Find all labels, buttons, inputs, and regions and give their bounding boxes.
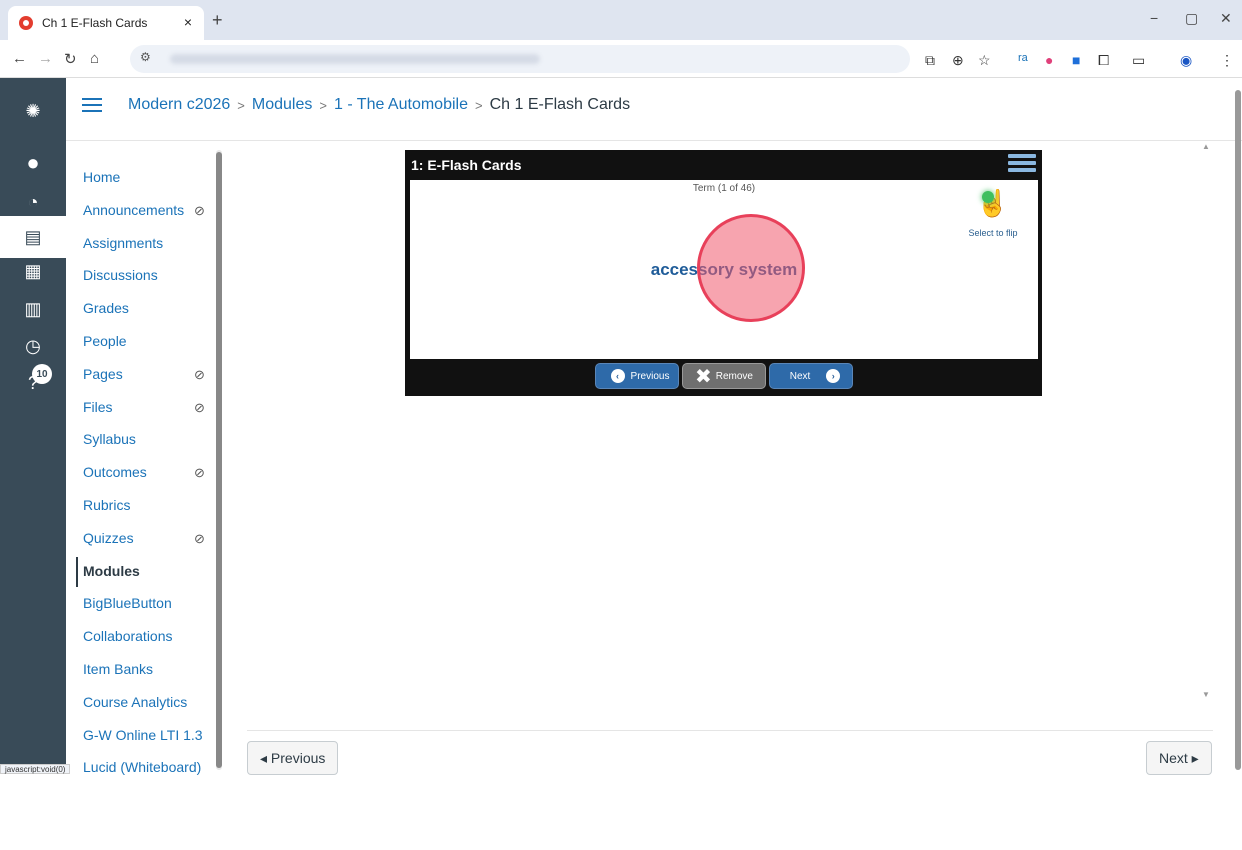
extension-ra-icon[interactable]: ra — [1018, 52, 1028, 64]
address-bar-row: ← → ↻ ⌂ ⚙ ⧉ ⊕ ☆ ra ● ■ ⧠ ▭ ◉ ⋮ — [0, 40, 1242, 78]
back-icon[interactable]: ← — [12, 50, 27, 67]
breadcrumb-modules[interactable]: Modules — [252, 96, 312, 114]
canvas-logo-icon[interactable]: ✺ — [20, 98, 46, 124]
course-nav-item-people[interactable]: People — [83, 333, 127, 349]
course-nav-item-collaborations[interactable]: Collaborations — [83, 628, 173, 644]
next-page-button[interactable]: Next ▸ — [1146, 741, 1212, 775]
course-navigation: Home Announcements ⊘ Assignments Discussions… — [66, 141, 226, 775]
breadcrumb-separator: > — [474, 97, 483, 113]
course-nav-item-files[interactable]: Files — [83, 399, 113, 415]
course-nav-item-outcomes[interactable]: Outcomes — [83, 464, 147, 480]
term-counter: Term (1 of 46) — [692, 183, 756, 194]
history-icon[interactable]: ◷ — [20, 333, 46, 359]
extension-square-icon[interactable]: ■ — [1072, 52, 1080, 68]
new-tab-button[interactable]: + — [212, 10, 223, 31]
breadcrumb: Modern c2026 > Modules > 1 - The Automob… — [82, 96, 630, 114]
breadcrumb-course[interactable]: Modern c2026 — [128, 96, 230, 114]
page-scrollbar[interactable] — [1234, 78, 1242, 774]
browser-menu-icon[interactable]: ⋮ — [1220, 52, 1234, 69]
course-nav-item-pages[interactable]: Pages — [83, 366, 123, 382]
previous-page-button[interactable]: ◂ Previous — [247, 741, 339, 775]
dashboard-icon[interactable]: ◔ — [20, 189, 46, 215]
reload-icon[interactable]: ↻ — [64, 50, 77, 68]
flashcard-menu-icon[interactable] — [1008, 154, 1036, 178]
course-nav-item-course-analytics[interactable]: Course Analytics — [83, 694, 187, 710]
hidden-eye-icon: ⊘ — [194, 366, 205, 382]
courses-icon[interactable]: ▤ — [0, 216, 66, 258]
zoom-icon[interactable]: ⊕ — [952, 52, 964, 69]
canvas-favicon-icon — [19, 16, 33, 30]
course-nav-item-lucid-whiteboard[interactable]: Lucid (Whiteboard) — [83, 759, 201, 775]
course-nav-scrollbar[interactable] — [216, 150, 222, 770]
breadcrumb-separator: > — [319, 97, 327, 113]
home-icon[interactable]: ⌂ — [90, 50, 99, 67]
status-bar: javascript:void(0) — [0, 764, 71, 774]
chevron-left-icon: ‹ — [610, 369, 625, 383]
breadcrumb-separator: > — [237, 97, 245, 113]
course-nav-item-home[interactable]: Home — [83, 169, 120, 185]
calendar-icon[interactable]: ▦ — [20, 258, 46, 284]
inbox-icon[interactable]: ▥ — [20, 296, 46, 322]
flashcard-previous-button[interactable]: ‹ Previous — [595, 363, 679, 389]
active-indicator — [76, 556, 78, 587]
url-field[interactable]: ⚙ — [130, 45, 910, 73]
hidden-eye-icon: ⊘ — [194, 465, 205, 481]
course-nav-item-quizzes[interactable]: Quizzes — [83, 530, 134, 546]
extension-circle-icon[interactable]: ● — [1045, 52, 1053, 68]
flip-hint[interactable]: ☝ Select to flip — [958, 188, 1028, 238]
breadcrumb-current: Ch 1 E-Flash Cards — [489, 96, 631, 113]
restore-icon[interactable]: ▢ — [1185, 10, 1198, 27]
content-scrollbar[interactable]: ▲ ▼ — [1202, 142, 1212, 702]
close-window-icon[interactable]: ✕ — [1220, 10, 1232, 27]
footer-divider — [247, 730, 1213, 731]
chevron-right-icon: › — [826, 369, 841, 383]
minimize-icon[interactable]: − — [1150, 10, 1158, 26]
pointing-hand-icon: ☝ — [976, 188, 1010, 218]
course-nav-item-discussions[interactable]: Discussions — [83, 267, 158, 283]
course-nav-item-modules[interactable]: Modules — [83, 563, 140, 579]
hidden-eye-icon: ⊘ — [194, 399, 205, 415]
course-menu-toggle-icon[interactable] — [82, 98, 102, 112]
course-nav-item-g-w-online-lti-1-3[interactable]: G-W Online LTI 1.3 — [83, 727, 203, 743]
course-nav-item-syllabus[interactable]: Syllabus — [83, 431, 136, 447]
profile-icon[interactable]: ◉ — [1180, 52, 1192, 69]
flashcard-controls: ‹ Previous ✖ Remove Next › — [405, 363, 1042, 391]
course-nav-item-rubrics[interactable]: Rubrics — [83, 497, 130, 513]
browser-tab-strip: Ch 1 E-Flash Cards × + − ▢ ✕ — [0, 0, 1242, 40]
flashcard-remove-button[interactable]: ✖ Remove — [682, 363, 766, 389]
header-divider — [66, 140, 1242, 141]
global-navigation: ✺ ● ◔ ▤ ▦ ▥ ◷ ? 10 ⇥ — [0, 78, 66, 849]
course-nav-item-announcements[interactable]: Announcements — [83, 202, 184, 218]
install-app-icon[interactable]: ⧉ — [925, 52, 935, 69]
flashcard-title: 1: E-Flash Cards — [411, 157, 522, 173]
x-icon: ✖ — [694, 365, 712, 388]
hidden-eye-icon: ⊘ — [194, 530, 205, 546]
breadcrumb-module[interactable]: 1 - The Automobile — [334, 96, 468, 114]
previous-label: Previous — [630, 370, 670, 382]
click-highlight — [697, 214, 805, 322]
flashcard-next-button[interactable]: Next › — [769, 363, 853, 389]
notification-badge: 10 — [32, 364, 52, 384]
course-nav-item-bigbluebutton[interactable]: BigBlueButton — [83, 595, 172, 611]
course-nav-item-grades[interactable]: Grades — [83, 300, 129, 316]
remove-label: Remove — [715, 370, 753, 382]
flip-label: Select to flip — [968, 228, 1018, 238]
browser-tab[interactable]: Ch 1 E-Flash Cards × — [8, 6, 204, 40]
extensions-puzzle-icon[interactable]: ⧠ — [1098, 52, 1109, 69]
url-text-blurred — [170, 54, 540, 64]
course-nav-item-item-banks[interactable]: Item Banks — [83, 661, 153, 677]
account-avatar-icon[interactable]: ● — [20, 150, 46, 176]
collapse-nav-icon[interactable]: ⇥ — [22, 830, 35, 850]
forward-icon[interactable]: → — [38, 50, 53, 67]
hidden-eye-icon: ⊘ — [194, 202, 205, 218]
bookmark-star-icon[interactable]: ☆ — [978, 52, 991, 69]
next-label: Next — [789, 370, 811, 382]
site-info-icon[interactable]: ⚙ — [140, 50, 151, 64]
course-nav-item-assignments[interactable]: Assignments — [83, 235, 163, 251]
side-panel-icon[interactable]: ▭ — [1132, 52, 1145, 69]
browser-tab-title: Ch 1 E-Flash Cards — [42, 16, 148, 30]
close-tab-icon[interactable]: × — [184, 14, 192, 30]
